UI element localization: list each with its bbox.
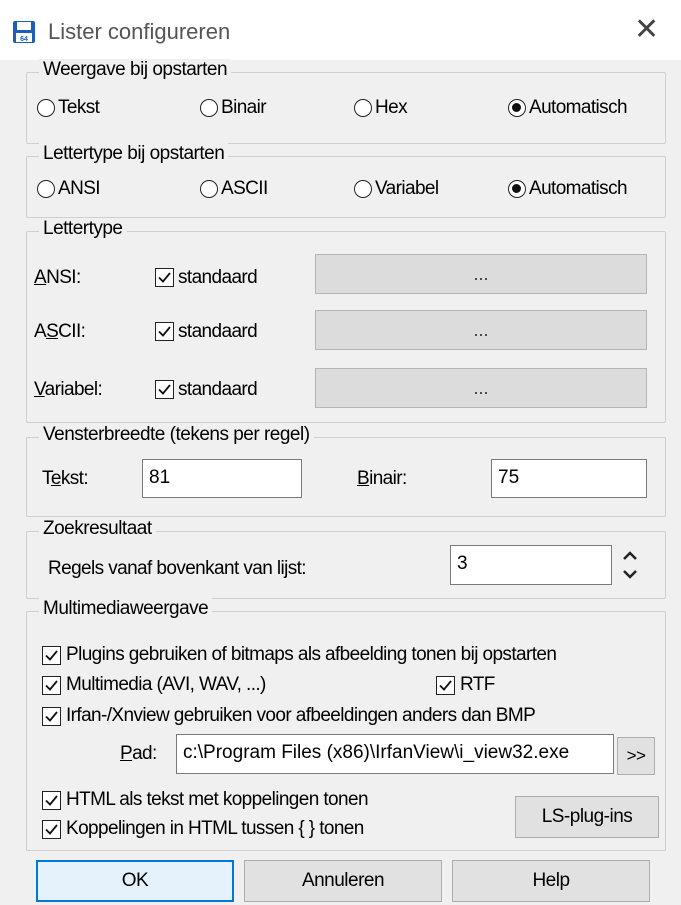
ls-plugins-button[interactable]: LS-plug-ins bbox=[515, 796, 659, 838]
window-title: Lister configureren bbox=[48, 19, 231, 44]
cancel-button[interactable]: Annuleren bbox=[244, 860, 442, 902]
irfan-label: Irfan-/Xnview gebruiken voor afbeeldinge… bbox=[66, 705, 536, 726]
radio-hex-label: Hex bbox=[375, 97, 408, 118]
radio-ascii-label: ASCII bbox=[221, 178, 268, 199]
radio-tekst[interactable] bbox=[37, 99, 55, 117]
plugins-label: Plugins gebruiken of bitmaps als afbeeld… bbox=[66, 644, 557, 665]
check-icon bbox=[45, 795, 58, 806]
radio-binair[interactable] bbox=[200, 99, 218, 117]
check-icon bbox=[45, 680, 58, 691]
browse-button[interactable]: >> bbox=[617, 737, 655, 775]
app-icon: 64 bbox=[13, 21, 35, 43]
rtf-checkbox[interactable] bbox=[436, 676, 455, 695]
binair-width-label: Binair: bbox=[357, 468, 407, 489]
radio-ansi[interactable] bbox=[37, 180, 55, 198]
ansi-font-button[interactable]: ... bbox=[315, 254, 647, 294]
ascii-font-button[interactable]: ... bbox=[315, 310, 647, 350]
pad-label: Pad: bbox=[120, 743, 157, 764]
radio-ascii[interactable] bbox=[200, 180, 218, 198]
group-legend: Zoekresultaat bbox=[39, 518, 156, 540]
tekst-width-label: Tekst: bbox=[42, 468, 89, 489]
koppelingen-checkbox[interactable] bbox=[42, 820, 61, 839]
radio-tekst-label: Tekst bbox=[58, 97, 100, 118]
spinner-updown-icon[interactable] bbox=[618, 545, 642, 585]
check-icon bbox=[439, 680, 452, 691]
plugins-checkbox[interactable] bbox=[42, 646, 61, 665]
radio-hex[interactable] bbox=[354, 99, 372, 117]
radio-variabel-label: Variabel bbox=[375, 178, 439, 199]
variabel-standaard-checkbox[interactable] bbox=[155, 380, 174, 399]
ascii-label: ASCII: bbox=[34, 321, 86, 342]
check-icon bbox=[158, 326, 171, 337]
ansi-standaard-label: standaard bbox=[178, 267, 258, 288]
check-icon bbox=[45, 824, 58, 835]
group-legend: Weergave bij opstarten bbox=[39, 59, 232, 81]
binair-width-input[interactable]: 75 bbox=[491, 459, 647, 498]
group-legend: Lettertype bij opstarten bbox=[39, 143, 229, 165]
group-legend: Vensterbreedte (tekens per regel) bbox=[39, 424, 314, 446]
help-button[interactable]: Help bbox=[452, 860, 650, 902]
html-checkbox[interactable] bbox=[42, 791, 61, 810]
title-bar: 64 Lister configureren ✕ bbox=[0, 0, 681, 60]
group-legend: Lettertype bbox=[39, 218, 127, 240]
svg-text:64: 64 bbox=[20, 36, 28, 43]
variabel-font-button[interactable]: ... bbox=[315, 368, 647, 408]
radio-binair-label: Binair bbox=[221, 97, 267, 118]
html-label: HTML als tekst met koppelingen tonen bbox=[66, 789, 369, 810]
ascii-standaard-checkbox[interactable] bbox=[155, 322, 174, 341]
radio-automatisch-weergave-label: Automatisch bbox=[529, 97, 628, 118]
tekst-width-input[interactable]: 81 bbox=[142, 459, 302, 498]
multimedia-checkbox[interactable] bbox=[42, 676, 61, 695]
close-icon[interactable]: ✕ bbox=[634, 15, 659, 45]
koppelingen-label: Koppelingen in HTML tussen { } tonen bbox=[66, 818, 364, 839]
ok-button[interactable]: OK bbox=[36, 860, 234, 902]
radio-automatisch-weergave[interactable] bbox=[508, 99, 526, 117]
rtf-label: RTF bbox=[460, 674, 495, 695]
ascii-standaard-label: standaard bbox=[178, 321, 258, 342]
radio-variabel[interactable] bbox=[354, 180, 372, 198]
variabel-label: Variabel: bbox=[34, 379, 103, 400]
irfan-checkbox[interactable] bbox=[42, 707, 61, 726]
variabel-standaard-label: standaard bbox=[178, 379, 258, 400]
check-icon bbox=[45, 650, 58, 661]
multimedia-label: Multimedia (AVI, WAV, ...) bbox=[66, 674, 266, 695]
ansi-standaard-checkbox[interactable] bbox=[155, 268, 174, 287]
ansi-label: ANSI: bbox=[34, 267, 81, 288]
regels-label: Regels vanaf bovenkant van lijst: bbox=[48, 558, 307, 579]
radio-automatisch-lettertype[interactable] bbox=[508, 180, 526, 198]
group-legend: Multimediaweergave bbox=[39, 598, 213, 620]
radio-automatisch-lettertype-label: Automatisch bbox=[529, 178, 628, 199]
regels-input[interactable]: 3 bbox=[450, 545, 612, 585]
check-icon bbox=[158, 272, 171, 283]
radio-ansi-label: ANSI bbox=[58, 178, 101, 199]
check-icon bbox=[45, 711, 58, 722]
check-icon bbox=[158, 384, 171, 395]
pad-input[interactable]: c:\Program Files (x86)\IrfanView\i_view3… bbox=[176, 734, 614, 774]
